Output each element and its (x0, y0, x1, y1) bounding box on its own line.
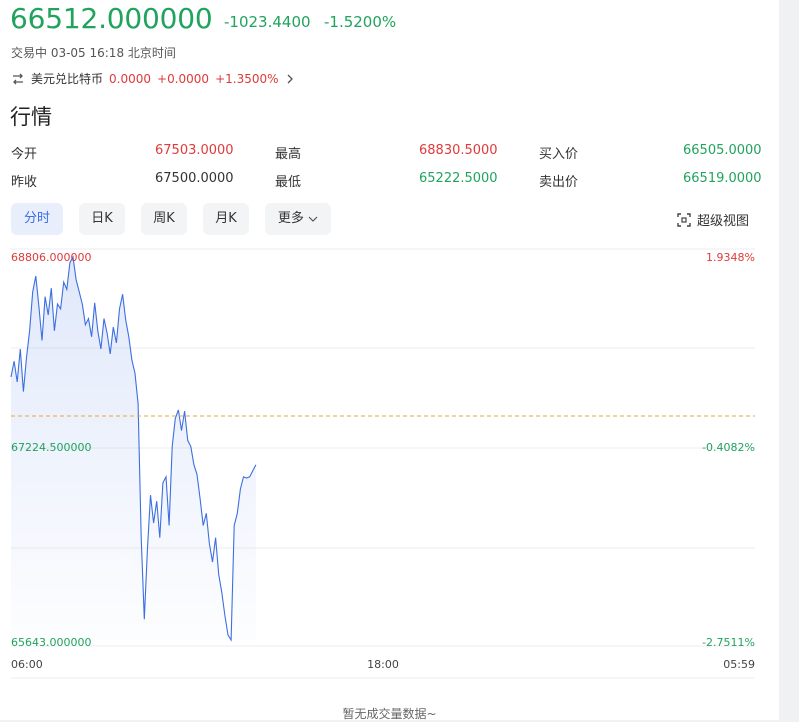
open-value: 67503.0000 (155, 143, 234, 158)
volume-empty-message: 暂无成交量数据~ (342, 707, 437, 721)
tab-weekly[interactable]: 周K (141, 203, 187, 235)
y-right-tick-bottom: -2.7511% (702, 636, 755, 649)
tab-weekly-label: 周K (153, 211, 175, 226)
tab-intraday-label: 分时 (23, 211, 50, 226)
tab-daily[interactable]: 日K (79, 203, 125, 235)
high-value: 68830.5000 (419, 143, 498, 158)
y-right-tick-mid: -0.4082% (702, 441, 755, 454)
chevron-right-icon (287, 74, 293, 83)
ask-label: 卖出价 (539, 175, 579, 190)
last-price: 66512.000000 (10, 2, 213, 35)
related-pair-link[interactable]: 美元兑比特币 0.0000 +0.0000 +1.3500% (11, 70, 295, 87)
tab-more-label: 更多 (277, 211, 304, 226)
bid-value: 66505.0000 (683, 143, 762, 158)
related-pair-change: +0.0000 (157, 71, 210, 86)
tab-intraday[interactable]: 分时 (11, 203, 63, 235)
fullscreen-icon (677, 212, 691, 227)
price-change-percent: -1.5200% (324, 13, 397, 31)
related-pair-price: 0.0000 (109, 71, 152, 86)
related-pair-change-percent: +1.3500% (215, 71, 279, 86)
quote-panel: 66512.000000 -1023.4400 -1.5200% 交易中 03-… (0, 0, 779, 721)
tab-more[interactable]: 更多 (265, 203, 331, 235)
high-label: 最高 (275, 147, 302, 162)
y-left-tick-bottom: 65643.000000 (11, 636, 91, 649)
prev-close-value: 67500.0000 (155, 171, 234, 186)
chevron-down-icon (308, 216, 318, 222)
super-view-button[interactable]: 超级视图 (677, 210, 749, 229)
y-left-tick-mid: 67224.500000 (11, 441, 91, 454)
swap-icon (13, 73, 23, 84)
y-right-tick-top: 1.9348% (706, 251, 755, 264)
x-tick-start: 06:00 (11, 658, 43, 671)
low-value: 65222.5000 (419, 171, 498, 186)
tab-monthly[interactable]: 月K (203, 203, 249, 235)
related-pair-name: 美元兑比特币 (31, 72, 104, 86)
tab-monthly-label: 月K (215, 211, 237, 226)
super-view-label: 超级视图 (697, 214, 750, 229)
bid-label: 买入价 (539, 147, 579, 162)
price-change: -1023.4400 (224, 13, 311, 31)
low-label: 最低 (275, 175, 302, 190)
tab-daily-label: 日K (91, 211, 113, 226)
chart-svg: 68806.000000 67224.500000 65643.000000 1… (10, 248, 755, 679)
y-left-tick-top: 68806.000000 (11, 251, 91, 264)
x-tick-end: 05:59 (723, 658, 755, 671)
prev-close-label: 昨收 (11, 175, 38, 190)
x-tick-mid: 18:00 (367, 658, 399, 671)
open-label: 今开 (11, 147, 38, 162)
section-title: 行情 (10, 105, 52, 129)
trading-status: 交易中 03-05 16:18 北京时间 (11, 46, 176, 60)
intraday-chart[interactable]: 68806.000000 67224.500000 65643.000000 1… (0, 240, 779, 680)
ask-value: 66519.0000 (683, 171, 762, 186)
